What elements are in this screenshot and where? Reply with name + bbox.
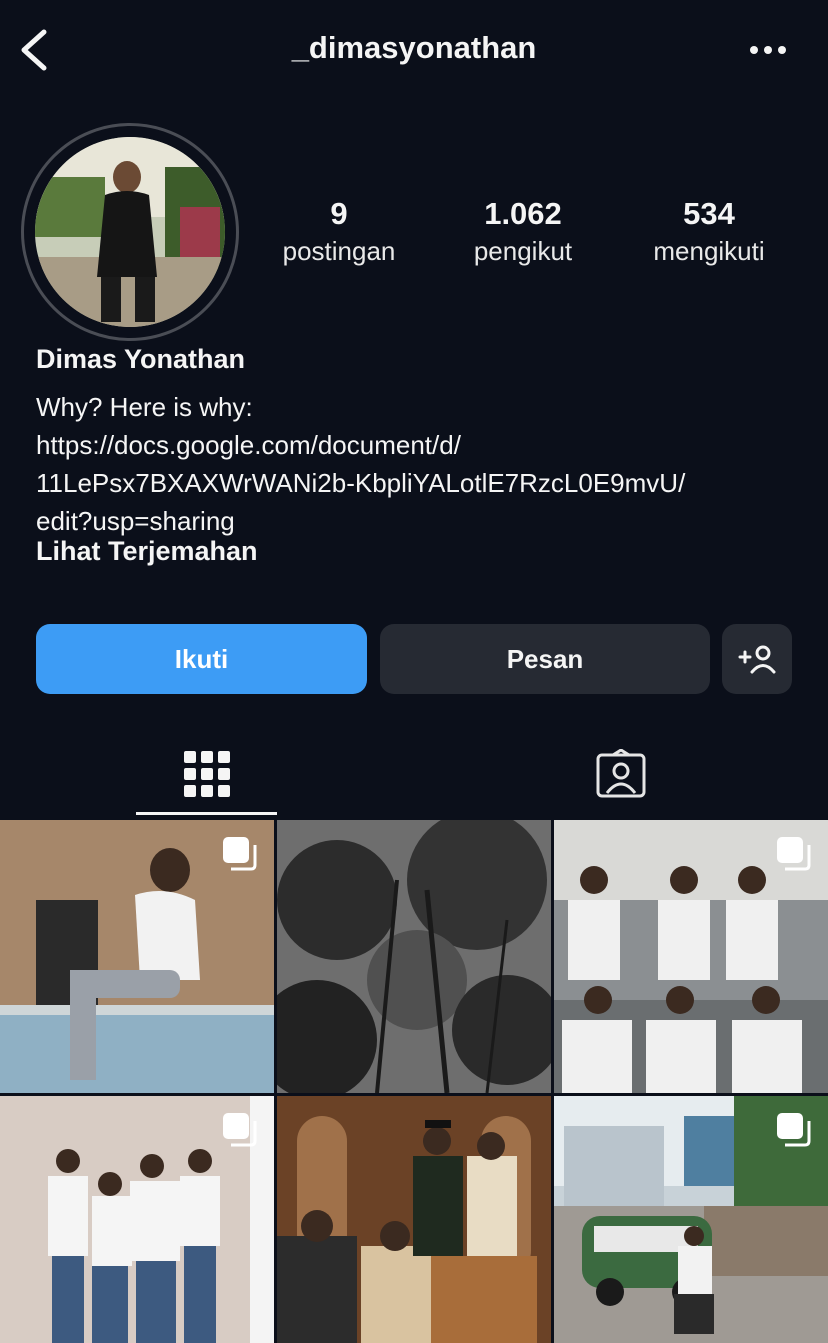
tab-tagged[interactable] [550,730,691,818]
multiple-photos-icon [777,1113,811,1147]
following-count-value: 534 [683,196,735,231]
post-thumbnail[interactable] [277,1096,551,1343]
post-thumbnail[interactable] [0,820,274,1093]
post-thumbnail[interactable] [277,820,551,1093]
tagged-person-icon [596,749,645,798]
post-photo [277,1096,551,1343]
profile-username: _dimasyonathan [291,30,537,65]
followers-count-value: 1.062 [484,196,562,231]
avatar[interactable] [35,137,225,327]
followers-count[interactable]: 1.062 pengikut [460,196,586,267]
post-thumbnail[interactable] [554,820,828,1093]
add-person-icon [738,645,776,674]
bio-link[interactable]: edit?usp=sharing [36,502,685,540]
tab-posts[interactable] [136,730,277,818]
more-options-icon[interactable] [748,38,788,62]
posts-count-value: 9 [330,196,348,231]
grid-icon [183,751,230,797]
display-name: Dimas Yonathan [36,344,246,374]
bio: Why? Here is why: https://docs.google.co… [36,388,685,540]
posts-grid [0,820,828,1343]
active-tab-indicator [136,812,277,815]
multiple-photos-icon [223,1113,257,1147]
posts-count-label: postingan [282,236,396,266]
following-count[interactable]: 534 mengikuti [640,196,778,267]
followers-count-label: pengikut [473,236,573,266]
avatar-photo [35,137,225,327]
follow-button[interactable]: Ikuti [36,624,367,694]
bio-link[interactable]: 11LePsx7BXAXWrWANi2b-KbpliYALotlE7RzcL0E… [36,464,685,502]
following-count-label: mengikuti [653,236,765,266]
posts-count: 9 postingan [272,196,406,267]
multiple-photos-icon [223,837,257,871]
post-thumbnail[interactable] [0,1096,274,1343]
see-translation-link[interactable]: Lihat Terjemahan [36,536,258,567]
bio-line: Why? Here is why: [36,392,253,422]
suggested-accounts-button[interactable] [722,624,792,694]
post-thumbnail[interactable] [554,1096,828,1343]
bio-link[interactable]: https://docs.google.com/document/d/ [36,426,685,464]
post-photo [277,820,551,1093]
message-button[interactable]: Pesan [380,624,710,694]
multiple-photos-icon [777,837,811,871]
top-bar: _dimasyonathan [0,0,828,100]
